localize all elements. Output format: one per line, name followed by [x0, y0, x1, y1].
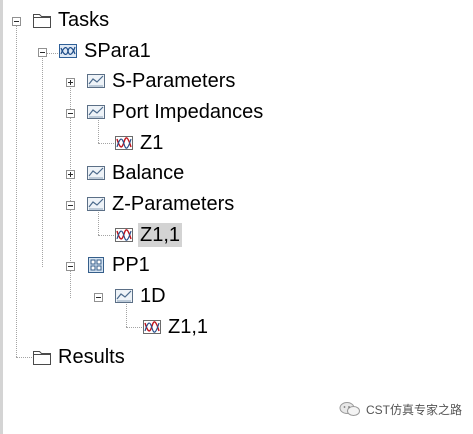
- collapse-tasks-toggle[interactable]: [12, 17, 21, 26]
- sparameter-task-icon: [58, 41, 78, 61]
- tree-label-results: Results: [58, 346, 125, 368]
- tree-line-root: [16, 22, 17, 357]
- folder-icon: [32, 347, 52, 367]
- tree-node-tasks[interactable]: Tasks: [32, 8, 109, 32]
- curve-result-icon: [142, 317, 162, 337]
- tree-node-results[interactable]: Results: [32, 345, 125, 369]
- tree-line-pp1: [70, 271, 71, 298]
- panel-left-border: [0, 0, 3, 434]
- tree-node-balance[interactable]: Balance: [86, 161, 184, 185]
- result-folder-icon: [86, 163, 106, 183]
- tree-line-tasks: [42, 53, 43, 267]
- tree-line-results: [16, 357, 32, 358]
- collapse-z-parameters-toggle[interactable]: [66, 201, 75, 210]
- expand-balance-toggle[interactable]: [66, 170, 75, 179]
- tree-line-z11b-h: [126, 327, 142, 328]
- tree-line-z1-h: [98, 143, 114, 144]
- tree-label-balance: Balance: [112, 162, 185, 184]
- tree-label-tasks: Tasks: [58, 9, 110, 31]
- curve-result-icon: [114, 133, 134, 153]
- collapse-port-impedances-toggle[interactable]: [66, 109, 75, 118]
- tree-label-z1: Z1: [140, 132, 164, 154]
- tree-label-s-parameters: S-Parameters: [112, 70, 236, 92]
- collapse-1d-toggle[interactable]: [94, 293, 103, 302]
- tree-node-z11[interactable]: Z1,1: [142, 315, 208, 339]
- watermark-text: CST仿真专家之路: [366, 402, 463, 417]
- tree-label-z11-selected: Z1,1: [138, 223, 183, 247]
- result-folder-icon: [86, 194, 106, 214]
- tree-node-pp1[interactable]: PP1: [86, 253, 150, 277]
- tree-label-1d: 1D: [140, 285, 166, 307]
- collapse-pp1-toggle[interactable]: [66, 262, 75, 271]
- tree-label-pp1: PP1: [112, 254, 150, 276]
- tree-node-spara1[interactable]: SPara1: [58, 39, 151, 63]
- tree-node-port-impedances[interactable]: Port Impedances: [86, 100, 263, 124]
- result-folder-icon: [86, 102, 106, 122]
- tree-label-z-parameters: Z-Parameters: [112, 193, 235, 215]
- tree-label-z11: Z1,1: [168, 316, 209, 338]
- tree-node-1d[interactable]: 1D: [114, 284, 166, 308]
- tree-node-z-parameters[interactable]: Z-Parameters: [86, 192, 234, 216]
- postprocessing-grid-icon: [86, 255, 106, 275]
- result-folder-icon: [114, 286, 134, 306]
- curve-result-icon: [114, 225, 134, 245]
- tree-line-z11a-h: [98, 235, 114, 236]
- collapse-spara1-toggle[interactable]: [38, 48, 47, 57]
- wechat-icon: [338, 400, 362, 418]
- result-folder-icon: [86, 71, 106, 91]
- watermark: CST仿真专家之路: [338, 400, 462, 418]
- tree-label-port-impedances: Port Impedances: [112, 101, 264, 123]
- tree-node-s-parameters[interactable]: S-Parameters: [86, 69, 235, 93]
- tree-node-z1[interactable]: Z1: [114, 131, 163, 155]
- tree-node-z11-selected[interactable]: Z1,1: [114, 223, 183, 247]
- expand-s-parameters-toggle[interactable]: [66, 78, 75, 87]
- tree-label-spara1: SPara1: [84, 40, 151, 62]
- folder-icon: [32, 10, 52, 30]
